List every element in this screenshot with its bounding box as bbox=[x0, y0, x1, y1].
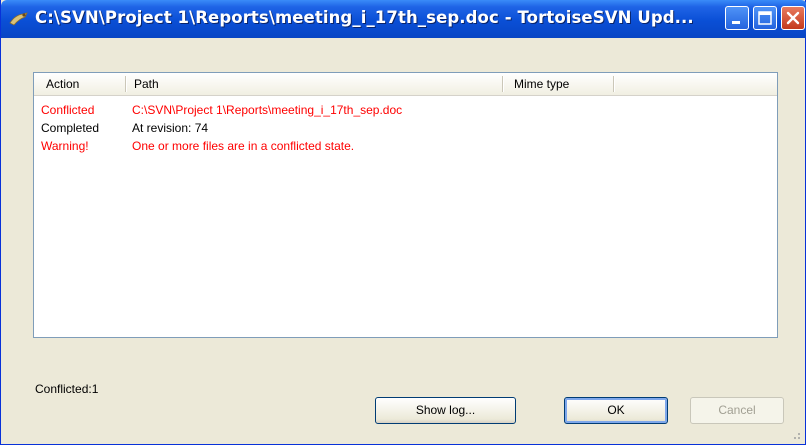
minimize-icon bbox=[732, 21, 740, 24]
title-bar[interactable]: C:\SVN\Project 1\Reports\meeting_i_17th_… bbox=[1, 0, 806, 38]
row-path: At revision: 74 bbox=[132, 121, 209, 135]
update-results-list[interactable]: Action Path Mime type Conflicted C:\SVN\… bbox=[33, 72, 778, 338]
column-header-mime-type[interactable]: Mime type bbox=[503, 73, 613, 95]
tortoisesvn-app-icon[interactable] bbox=[9, 11, 29, 27]
maximize-button[interactable] bbox=[753, 6, 777, 30]
maximize-icon bbox=[758, 11, 772, 25]
show-log-button[interactable]: Show log... bbox=[375, 397, 516, 424]
row-action: Completed bbox=[41, 121, 100, 135]
list-header: Action Path Mime type bbox=[34, 73, 777, 96]
conflict-count-status: Conflicted:1 bbox=[35, 382, 99, 396]
row-action: Warning! bbox=[41, 139, 89, 153]
window-title: C:\SVN\Project 1\Reports\meeting_i_17th_… bbox=[35, 8, 694, 27]
minimize-button[interactable] bbox=[725, 6, 749, 30]
cancel-button[interactable]: Cancel bbox=[690, 397, 784, 424]
row-path: One or more files are in a conflicted st… bbox=[132, 139, 355, 153]
row-action: Conflicted bbox=[41, 103, 95, 117]
column-header-path[interactable]: Path bbox=[126, 73, 502, 95]
column-separator[interactable] bbox=[613, 76, 614, 92]
ok-button[interactable]: OK bbox=[564, 397, 668, 424]
close-icon bbox=[786, 11, 800, 25]
table-row[interactable]: Completed At revision: 74 bbox=[34, 120, 777, 137]
resize-grip-icon[interactable] bbox=[791, 430, 801, 440]
tortoisesvn-update-window: C:\SVN\Project 1\Reports\meeting_i_17th_… bbox=[0, 0, 806, 445]
table-row[interactable]: Conflicted C:\SVN\Project 1\Reports\meet… bbox=[34, 102, 777, 119]
row-path: C:\SVN\Project 1\Reports\meeting_i_17th_… bbox=[132, 103, 403, 117]
close-button[interactable] bbox=[781, 6, 805, 30]
column-header-action[interactable]: Action bbox=[34, 73, 126, 95]
table-row[interactable]: Warning! One or more files are in a conf… bbox=[34, 138, 777, 155]
